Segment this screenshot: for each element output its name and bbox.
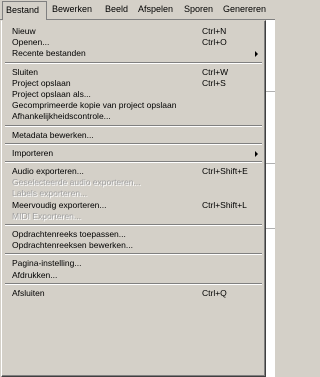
menu-item-label: MIDI Exporteren... — [12, 210, 81, 221]
menu-bestand[interactable]: Bestand — [2, 1, 47, 21]
menu-item-audio-exporteren[interactable]: Audio exporteren... Ctrl+Shift+E — [2, 166, 264, 177]
menu-item-labels-exporteren: Labels exporteren... — [2, 188, 264, 199]
menu-item-label: Afhankelijkheidscontrole... — [12, 111, 111, 122]
file-menu-dropdown: Nieuw Ctrl+N Openen... Ctrl+O Recente bestan… — [1, 20, 266, 377]
menu-item-metadata-bewerken[interactable]: Metadata bewerken... — [2, 130, 264, 141]
menu-item-shortcut: Ctrl+Shift+L — [202, 199, 247, 210]
menu-item-gecomprimeerde-kopie-van-project-opslaan[interactable]: Gecomprimeerde kopie van project opslaan — [2, 100, 264, 111]
menu-item-opdrachtenreeks-toepassen[interactable]: Opdrachtenreeks toepassen... — [2, 229, 264, 240]
menu-item-project-opslaan-als[interactable]: Project opslaan als... — [2, 89, 264, 100]
menu-item-shortcut: Ctrl+N — [202, 26, 227, 36]
menu-bar: Bestand Bewerken Beeld Afspelen Sporen G… — [0, 0, 275, 21]
menu-item-shortcut: Ctrl+S — [202, 77, 226, 88]
menu-separator — [5, 124, 262, 127]
menu-afspelen[interactable]: Afspelen — [138, 0, 173, 20]
menu-item-meervoudig-exporteren[interactable]: Meervoudig exporteren... Ctrl+Shift+L — [2, 200, 264, 211]
menu-beeld[interactable]: Beeld — [105, 0, 128, 20]
menu-item-label: Meervoudig exporteren... — [12, 199, 107, 210]
menu-separator — [5, 224, 262, 226]
menu-bewerken[interactable]: Bewerken — [52, 0, 92, 20]
menu-item-pagina-instelling[interactable]: Pagina-instelling... — [2, 258, 264, 269]
menu-item-geselecteerde-audio-exporteren: Geselecteerde audio exporteren... — [2, 177, 264, 188]
menu-item-label: Project opslaan als... — [12, 89, 91, 99]
menu-item-opdrachtenreeksen-bewerken[interactable]: Opdrachtenreeksen bewerken... — [2, 240, 264, 251]
menu-item-midi-exporteren: MIDI Exporteren... — [2, 211, 264, 222]
menu-separator — [5, 253, 262, 256]
menu-separator — [5, 61, 262, 64]
submenu-arrow-icon — [255, 150, 258, 157]
menu-item-afsluiten[interactable]: Afsluiten Ctrl+Q — [2, 288, 264, 299]
menu-item-label: Audio exporteren... — [12, 166, 84, 176]
menu-separator — [5, 142, 262, 145]
menu-item-shortcut: Ctrl+W — [202, 66, 229, 77]
menu-item-label: Importeren — [12, 147, 54, 158]
menu-item-label: Project opslaan — [12, 77, 71, 88]
menu-item-label: Gecomprimeerde kopie van project opslaan — [12, 100, 177, 111]
menu-item-importeren[interactable]: Importeren — [2, 148, 264, 159]
background-line — [265, 228, 275, 229]
menu-item-label: Sluiten — [12, 66, 38, 77]
menu-item-label: Afsluiten — [12, 287, 45, 298]
background-window — [265, 20, 275, 377]
menu-item-label: Labels exporteren... — [12, 188, 88, 199]
menu-item-openen[interactable]: Openen... Ctrl+O — [2, 37, 264, 48]
menu-item-label: Recente bestanden — [12, 48, 86, 59]
menu-item-label: Metadata bewerken... — [12, 129, 94, 140]
menu-item-afdrukken[interactable]: Afdrukken... — [2, 270, 264, 281]
menu-separator — [5, 282, 262, 285]
menu-item-shortcut: Ctrl+O — [202, 37, 227, 48]
menu-item-recente-bestanden[interactable]: Recente bestanden — [2, 48, 264, 59]
menu-item-nieuw[interactable]: Nieuw Ctrl+N — [2, 26, 264, 37]
menu-genereren[interactable]: Genereren — [223, 0, 266, 20]
background-line — [265, 91, 275, 92]
menu-item-afhankelijkheidscontrole[interactable]: Afhankelijkheidscontrole... — [2, 111, 264, 122]
menu-item-label: Geselecteerde audio exporteren... — [12, 177, 141, 188]
menu-item-shortcut: Ctrl+Q — [202, 287, 227, 298]
menu-separator — [5, 161, 262, 163]
menu-item-label: Openen... — [12, 37, 50, 48]
menu-item-shortcut: Ctrl+Shift+E — [202, 166, 248, 176]
menu-item-label: Opdrachtenreeks toepassen... — [12, 229, 126, 239]
menu-item-label: Opdrachtenreeksen bewerken... — [12, 240, 133, 251]
menu-sporen[interactable]: Sporen — [184, 0, 213, 20]
menu-item-sluiten[interactable]: Sluiten Ctrl+W — [2, 67, 264, 78]
menu-item-label: Pagina-instelling... — [12, 258, 82, 269]
menu-item-project-opslaan[interactable]: Project opslaan Ctrl+S — [2, 78, 264, 89]
menu-item-label: Afdrukken... — [12, 269, 58, 280]
menu-item-label: Nieuw — [12, 26, 36, 36]
submenu-arrow-icon — [255, 51, 258, 58]
background-line — [265, 163, 275, 164]
